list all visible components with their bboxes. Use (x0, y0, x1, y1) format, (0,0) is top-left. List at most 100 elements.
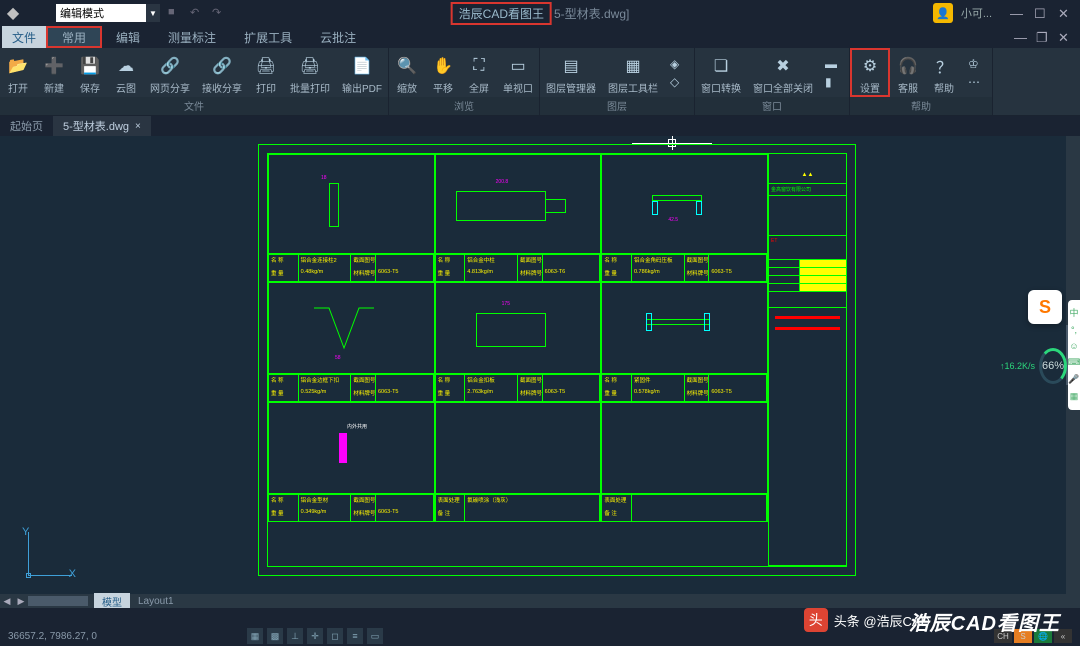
ime-keyboard-icon[interactable]: ⌨ (1068, 357, 1080, 368)
cloud-button[interactable]: ☁云图 (108, 48, 144, 97)
qa-redo-icon[interactable]: ↷ (212, 6, 226, 20)
info-cell-1: 名 称铝合金连接柱2截面图号 重 量0.48kg/m材料牌号6063-T5 (268, 254, 435, 282)
vip-icon[interactable]: ♔ (968, 57, 986, 71)
menu-cloud[interactable]: 云批注 (306, 26, 370, 48)
ribbon-group-file: 📂打开 ➕新建 💾保存 ☁云图 🔗网页分享 🔗接收分享 🖨打印 🖨批量打印 📄输… (0, 48, 389, 115)
folder-open-icon: 📂 (6, 54, 30, 78)
pdf-icon: 📄 (350, 54, 374, 78)
settings-button[interactable]: ⚙设置 (850, 48, 890, 97)
ime-mic-icon[interactable]: 🎤 (1068, 374, 1079, 385)
minimize-button[interactable]: — (1010, 6, 1024, 20)
grid-toggle[interactable]: ▩ (267, 628, 283, 644)
layers-icon: ▤ (559, 54, 583, 78)
mode-combobox[interactable]: 编辑模式 (56, 4, 146, 22)
polar-toggle[interactable]: ✛ (307, 628, 323, 644)
doc-close-button[interactable]: ✕ (1058, 30, 1072, 44)
support-button[interactable]: 🎧客服 (890, 48, 926, 97)
title-block: ▲▲ 金高窗饮有限公司 ET (768, 154, 846, 566)
ribbon: 📂打开 ➕新建 💾保存 ☁云图 🔗网页分享 🔗接收分享 🖨打印 🖨批量打印 📄输… (0, 48, 1080, 116)
hscroll-left-icon[interactable]: ◀ (0, 594, 14, 608)
layer-manager-button[interactable]: ▤图层管理器 (540, 48, 602, 97)
pan-button[interactable]: ✋平移 (425, 48, 461, 97)
dyn-toggle[interactable]: ▭ (367, 628, 383, 644)
qa-undo-icon[interactable]: ↶ (190, 6, 204, 20)
info-cell-3: 名 称铝合金角码压板截面图号 重 量0.786kg/m材料牌号6063-T5 (601, 254, 768, 282)
share-icon: 🔗 (158, 54, 182, 78)
zoom-button[interactable]: 🔍缩放 (389, 48, 425, 97)
tab-close-icon[interactable]: × (135, 121, 141, 132)
layer-toolbar-button[interactable]: ▦图层工具栏 (602, 48, 664, 97)
tab-current[interactable]: 5-型材表.dwg× (53, 116, 151, 136)
close-all-button[interactable]: ✖窗口全部关闭 (747, 48, 819, 97)
menu-measure[interactable]: 测量标注 (154, 26, 230, 48)
layout-tab[interactable]: Layout1 (130, 595, 182, 608)
fullscreen-button[interactable]: ⛶全屏 (461, 48, 497, 97)
ribbon-group-view: 🔍缩放 ✋平移 ⛶全屏 ▭单视口 浏览 (389, 48, 540, 115)
osnap-toggle[interactable]: ◻ (327, 628, 343, 644)
user-name[interactable]: 小可... (961, 5, 992, 21)
batch-print-button[interactable]: 🖨批量打印 (284, 48, 336, 97)
hscroll-right-icon[interactable]: ▶ (14, 594, 28, 608)
layer-off-icon[interactable]: ◇ (670, 75, 688, 89)
ime-emoji-icon[interactable]: ☺ (1069, 341, 1078, 351)
info-cell-5: 名 称铝合金扣板截面图号 重 量2.763kg/m材料牌号6063-T5 (435, 374, 602, 402)
mode-dropdown-icon[interactable]: ▼ (146, 4, 160, 22)
menu-common[interactable]: 常用 (46, 26, 102, 48)
sketch-cell-3: 42.5 (601, 154, 768, 254)
gear-icon: ⚙ (858, 54, 882, 78)
h-scroll-thumb[interactable] (28, 596, 88, 606)
cloud-icon: ☁ (114, 54, 138, 78)
title-bar: ◆ 编辑模式 ▼ ■ ↶ ↷ 浩辰CAD看图王 5-型材表.dwg] 👤 小可.… (0, 0, 1080, 26)
ime-cn-icon[interactable]: 中 (1069, 306, 1078, 319)
help-icon: ？ (932, 54, 956, 78)
ime-punct-icon[interactable]: °, (1071, 325, 1077, 335)
tab-start[interactable]: 起始页 (0, 116, 53, 136)
ribbon-title-help: 帮助 (850, 97, 992, 115)
coord-readout: 36657.2, 7986.27, 0 (8, 631, 97, 642)
help-button[interactable]: ？帮助 (926, 48, 962, 97)
sketch-cell-5: 175 (435, 282, 602, 374)
lwt-toggle[interactable]: ≡ (347, 628, 363, 644)
doc-minimize-button[interactable]: — (1014, 30, 1028, 44)
titleblock-rev (769, 260, 846, 536)
ime-toolbar[interactable]: 中 °, ☺ ⌨ 🎤 ▦ (1068, 300, 1080, 410)
more-icon[interactable]: ⋯ (968, 75, 986, 89)
web-share-button[interactable]: 🔗网页分享 (144, 48, 196, 97)
open-button[interactable]: 📂打开 (0, 48, 36, 97)
title-right: 👤 小可... — ☐ ✕ (933, 3, 1072, 23)
tile-v-icon[interactable]: ▮ (825, 75, 843, 89)
app-name-highlight: 浩辰CAD看图王 (451, 2, 552, 25)
menu-extend[interactable]: 扩展工具 (230, 26, 306, 48)
file-name: 5-型材表.dwg] (554, 5, 629, 22)
window-switch-button[interactable]: ❏窗口转换 (695, 48, 747, 97)
sketch-cell-8 (435, 402, 602, 494)
model-tab[interactable]: 模型 (94, 593, 130, 609)
layer-iso-icon[interactable]: ◈ (670, 57, 688, 71)
drawing-canvas[interactable]: 18 200.8 42.5 名 称铝合金连接柱2截面图号 重 量0.48kg/m… (0, 136, 1080, 608)
single-viewport-button[interactable]: ▭单视口 (497, 48, 539, 97)
titleblock-et: ET (769, 236, 846, 260)
ime-more-icon[interactable]: ▦ (1070, 391, 1079, 402)
watermark-brand: 浩辰CAD看图王 (909, 607, 1060, 636)
doc-restore-button[interactable]: ❐ (1036, 30, 1050, 44)
info-cell-9: 表面处理 备 注 (601, 494, 768, 522)
new-button[interactable]: ➕新建 (36, 48, 72, 97)
ortho-toggle[interactable]: ⊥ (287, 628, 303, 644)
close-button[interactable]: ✕ (1058, 6, 1072, 20)
menu-edit[interactable]: 编辑 (102, 26, 154, 48)
export-pdf-button[interactable]: 📄输出PDF (336, 48, 388, 97)
user-avatar[interactable]: 👤 (933, 3, 953, 23)
sogou-widget[interactable]: S (1028, 290, 1062, 324)
drawing-inner: 18 200.8 42.5 名 称铝合金连接柱2截面图号 重 量0.48kg/m… (267, 153, 847, 567)
network-widget[interactable]: ↑16.2K/s 66% (1000, 348, 1064, 384)
qa-save-icon[interactable]: ■ (168, 6, 182, 20)
save-button[interactable]: 💾保存 (72, 48, 108, 97)
link-icon: 🔗 (210, 54, 234, 78)
file-menu-button[interactable]: 文件 (2, 26, 46, 48)
print-button[interactable]: 🖨打印 (248, 48, 284, 97)
snap-toggle[interactable]: ▦ (247, 628, 263, 644)
tile-h-icon[interactable]: ▬ (825, 57, 843, 71)
receive-share-button[interactable]: 🔗接收分享 (196, 48, 248, 97)
maximize-button[interactable]: ☐ (1034, 6, 1048, 20)
layer-extra: ◈ ◇ (664, 48, 694, 97)
